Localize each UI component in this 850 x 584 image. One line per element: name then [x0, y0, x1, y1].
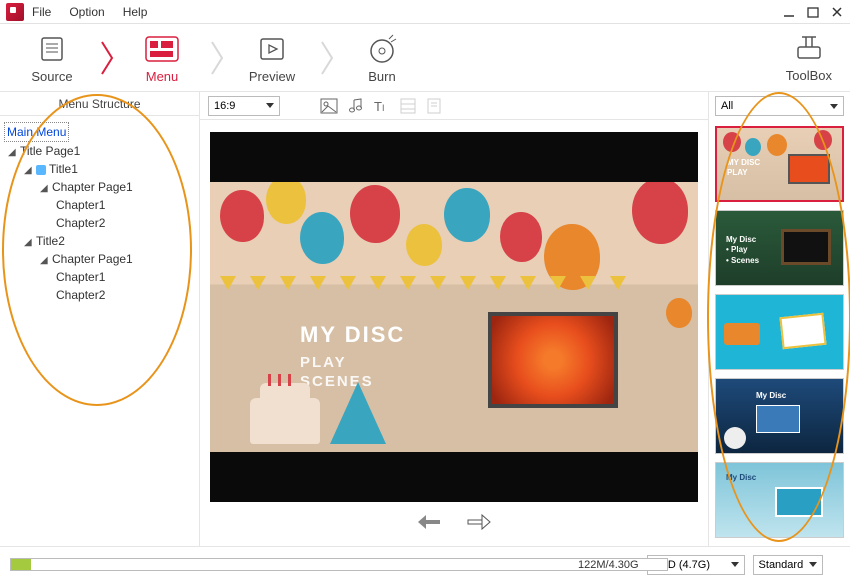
tree-main-menu[interactable]: Main Menu: [4, 122, 69, 142]
tree-title-page1[interactable]: ◢Title Page1: [4, 142, 195, 160]
menu-stage-icon: [145, 36, 179, 62]
disc-menu-text[interactable]: MY DISC PLAY SCENES: [300, 322, 405, 390]
tree-title2-chapter2[interactable]: Chapter2: [4, 286, 195, 304]
minimize-icon[interactable]: [782, 5, 796, 19]
menu-structure-panel: Menu Structure Main Menu ◢Title Page1 ◢T…: [0, 92, 200, 546]
stage-menu-label: Menu: [118, 69, 206, 84]
quality-dropdown[interactable]: Standard: [753, 555, 823, 575]
stage-preview-label: Preview: [228, 69, 316, 84]
template-filter-dropdown[interactable]: All: [715, 96, 844, 116]
tree-title2-chapter1[interactable]: Chapter1: [4, 268, 195, 286]
menu-help[interactable]: Help: [123, 5, 148, 19]
source-icon: [37, 34, 67, 64]
svg-text:I: I: [382, 103, 385, 113]
menu-structure-header: Menu Structure: [0, 92, 199, 116]
toolbox-label: ToolBox: [786, 68, 832, 83]
title-bar: File Option Help: [0, 0, 850, 24]
menu-preview-canvas[interactable]: MY DISC PLAY SCENES: [210, 132, 698, 502]
next-page-icon[interactable]: [466, 512, 492, 532]
disc-usage-bar: [10, 558, 668, 571]
tree-title1[interactable]: ◢Title1: [4, 160, 195, 178]
menu-option[interactable]: Option: [69, 5, 104, 19]
templates-panel: All MY DISCPLAY My Disc• Play• Scenes My…: [708, 92, 850, 546]
menu-video-thumbnail[interactable]: [488, 312, 618, 408]
app-logo-icon: [6, 3, 24, 21]
template-thumbnail-2[interactable]: My Disc• Play• Scenes: [715, 210, 844, 286]
template-thumbnail-3[interactable]: [715, 294, 844, 370]
tree-title2-chapterpage1[interactable]: ◢Chapter Page1: [4, 250, 195, 268]
toolbox-button[interactable]: ToolBox: [786, 33, 832, 83]
template-thumbnail-5[interactable]: My Disc: [715, 462, 844, 538]
preview-panel: 16:9 TI: [200, 92, 708, 546]
status-bar: 122M/4.30G DVD (4.7G) Standard: [0, 546, 850, 582]
stage-burn[interactable]: Burn: [338, 31, 426, 84]
template-thumbnail-4[interactable]: My Disc: [715, 378, 844, 454]
disc-usage-text: 122M/4.30G: [578, 559, 639, 571]
prev-page-icon[interactable]: [416, 512, 442, 532]
grid-tool-icon[interactable]: [400, 98, 416, 114]
aspect-ratio-dropdown[interactable]: 16:9: [208, 96, 280, 116]
image-tool-icon[interactable]: [320, 98, 338, 114]
stage-nav: Source Menu Preview Burn ToolBox: [0, 24, 850, 92]
close-icon[interactable]: [830, 5, 844, 19]
burn-icon: [367, 34, 397, 64]
stage-menu[interactable]: Menu: [118, 31, 206, 84]
chapter-tool-icon[interactable]: [426, 98, 442, 114]
menu-tree: Main Menu ◢Title Page1 ◢Title1 ◢Chapter …: [0, 116, 199, 310]
preview-toolbar: 16:9 TI: [200, 92, 708, 120]
preview-icon: [257, 34, 287, 64]
text-tool-icon[interactable]: TI: [374, 98, 390, 114]
maximize-icon[interactable]: [806, 5, 820, 19]
stage-preview[interactable]: Preview: [228, 31, 316, 84]
toolbox-icon: [794, 33, 824, 61]
tree-title2[interactable]: ◢Title2: [4, 232, 195, 250]
svg-text:T: T: [374, 99, 382, 114]
stage-source[interactable]: Source: [8, 31, 96, 84]
menu-file[interactable]: File: [32, 5, 51, 19]
stage-source-label: Source: [8, 69, 96, 84]
tree-title1-chapter2[interactable]: Chapter2: [4, 214, 195, 232]
template-thumbnail-1[interactable]: MY DISCPLAY: [715, 126, 844, 202]
music-tool-icon[interactable]: [348, 98, 364, 114]
tree-title1-chapterpage1[interactable]: ◢Chapter Page1: [4, 178, 195, 196]
stage-burn-label: Burn: [338, 69, 426, 84]
tree-title1-chapter1[interactable]: Chapter1: [4, 196, 195, 214]
